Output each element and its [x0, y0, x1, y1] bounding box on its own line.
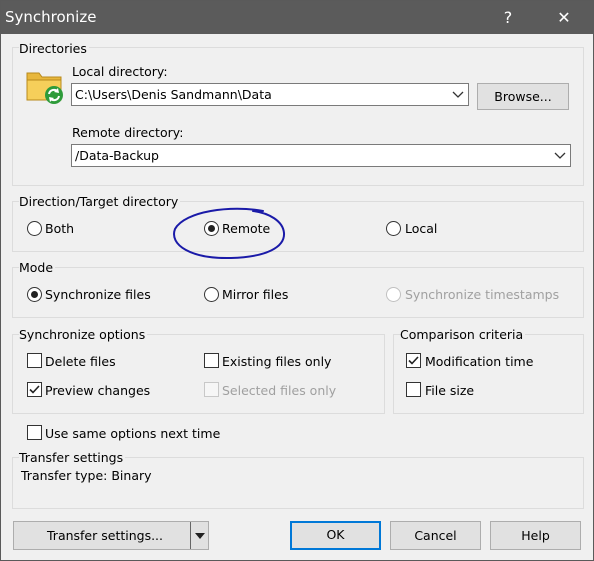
close-icon[interactable]: ✕ — [541, 1, 587, 34]
mode-mirror-files-radio[interactable] — [204, 287, 219, 302]
mode-synchronize-timestamps-radio — [386, 287, 401, 302]
mode-group-label: Mode — [19, 260, 56, 275]
synchronize-options-group — [12, 334, 385, 414]
mode-synchronize-files-radio[interactable] — [27, 287, 42, 302]
hand-drawn-circle-annotation — [173, 207, 286, 260]
use-same-options-label[interactable]: Use same options next time — [45, 426, 220, 441]
existing-files-only-label[interactable]: Existing files only — [222, 354, 331, 369]
delete-files-checkbox[interactable] — [27, 353, 42, 368]
mode-synchronize-timestamps-label: Synchronize timestamps — [405, 287, 560, 302]
browse-button[interactable]: Browse... — [477, 83, 569, 110]
checkmark-icon — [29, 385, 40, 394]
chevron-down-icon[interactable] — [554, 149, 566, 161]
window-title: Synchronize — [5, 8, 97, 26]
synchronize-options-group-label: Synchronize options — [19, 327, 148, 342]
preview-changes-label[interactable]: Preview changes — [45, 383, 150, 398]
local-directory-label: Local directory: — [72, 64, 168, 79]
synchronize-dialog: Synchronize ? ✕ Directories Local direct… — [0, 0, 594, 561]
help-icon[interactable]: ? — [485, 1, 531, 34]
transfer-type-text: Transfer type: Binary — [21, 468, 152, 483]
transfer-settings-button[interactable]: Transfer settings... — [13, 521, 209, 550]
title-bar: Synchronize ? ✕ — [1, 1, 593, 34]
selected-files-only-label: Selected files only — [222, 383, 337, 398]
direction-both-label[interactable]: Both — [45, 221, 74, 236]
comparison-criteria-group — [393, 334, 584, 414]
transfer-settings-dropdown-arrow[interactable] — [190, 522, 210, 549]
help-button[interactable]: Help — [490, 521, 581, 550]
transfer-settings-button-label: Transfer settings... — [47, 528, 164, 543]
direction-group-label: Direction/Target directory — [19, 194, 181, 209]
direction-local-label[interactable]: Local — [405, 221, 437, 236]
remote-directory-label: Remote directory: — [72, 125, 184, 140]
existing-files-only-checkbox[interactable] — [204, 353, 219, 368]
modification-time-checkbox[interactable] — [406, 353, 421, 368]
remote-directory-value: /Data-Backup — [75, 148, 159, 163]
chevron-down-icon[interactable] — [452, 88, 464, 100]
preview-changes-checkbox[interactable] — [27, 382, 42, 397]
directories-group-label: Directories — [19, 41, 89, 56]
direction-local-radio[interactable] — [386, 221, 401, 236]
modification-time-label[interactable]: Modification time — [425, 354, 533, 369]
checkmark-icon — [408, 356, 419, 365]
triangle-down-icon — [195, 533, 205, 539]
delete-files-label[interactable]: Delete files — [45, 354, 116, 369]
use-same-options-checkbox[interactable] — [27, 425, 42, 440]
selected-files-only-checkbox — [204, 382, 219, 397]
transfer-settings-group-label: Transfer settings — [19, 450, 126, 465]
sync-folder-icon — [26, 72, 63, 104]
mode-mirror-files-label[interactable]: Mirror files — [222, 287, 288, 302]
file-size-checkbox[interactable] — [406, 382, 421, 397]
comparison-criteria-group-label: Comparison criteria — [400, 327, 526, 342]
ok-button[interactable]: OK — [290, 521, 381, 550]
local-directory-combo[interactable]: C:\Users\Denis Sandmann\Data — [71, 83, 469, 106]
local-directory-value: C:\Users\Denis Sandmann\Data — [75, 87, 272, 102]
direction-both-radio[interactable] — [27, 221, 42, 236]
cancel-button[interactable]: Cancel — [390, 521, 481, 550]
mode-synchronize-files-label[interactable]: Synchronize files — [45, 287, 151, 302]
file-size-label[interactable]: File size — [425, 383, 474, 398]
remote-directory-combo[interactable]: /Data-Backup — [71, 144, 571, 167]
